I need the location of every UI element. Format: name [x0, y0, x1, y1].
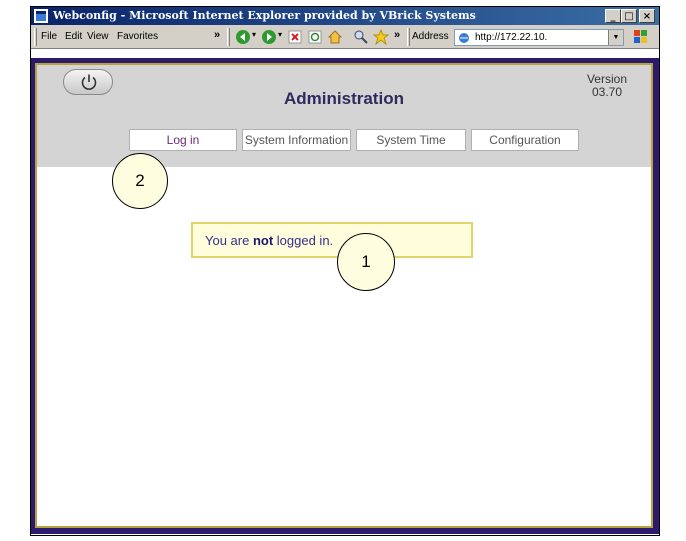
message-prefix: You are [205, 233, 253, 248]
menu-view[interactable]: View [87, 31, 109, 42]
ie-icon [34, 9, 48, 23]
browser-toolbar: File Edit View Favorites » ▾ ▾ » Address… [31, 25, 659, 49]
windows-logo-icon [634, 30, 647, 43]
page-title: Administration [284, 89, 404, 108]
menu-file[interactable]: File [41, 31, 57, 42]
address-field[interactable]: http://172.22.10. ▼ [454, 29, 624, 46]
address-dropdown-icon[interactable]: ▼ [608, 30, 623, 45]
refresh-icon[interactable] [307, 29, 323, 45]
tab-configuration[interactable]: Configuration [471, 129, 579, 151]
version-number: 03.70 [591, 85, 622, 99]
toolbar-grip [407, 28, 410, 46]
page-frame: Administration Version 03.70 Log in Syst… [31, 58, 659, 534]
tab-log-in[interactable]: Log in [129, 129, 237, 151]
admin-header: Administration Version 03.70 Log in Syst… [37, 65, 651, 167]
screenshot-frame: Webconfig - Microsoft Internet Explorer … [0, 0, 686, 541]
toolbar-overflow-chevron[interactable]: » [394, 29, 400, 41]
page-content: Administration Version 03.70 Log in Syst… [35, 63, 653, 528]
tab-system-time[interactable]: System Time [356, 129, 466, 151]
back-dropdown-icon[interactable]: ▾ [252, 30, 256, 39]
favorites-star-icon[interactable] [373, 29, 389, 45]
menu-favorites[interactable]: Favorites [117, 31, 158, 42]
forward-dropdown-icon[interactable]: ▾ [278, 30, 282, 39]
address-label: Address [412, 31, 449, 42]
menu-overflow-chevron[interactable]: » [214, 29, 220, 41]
message-suffix: logged in. [273, 233, 334, 248]
login-status-message: You are not logged in. [191, 222, 473, 258]
forward-icon[interactable] [261, 29, 277, 45]
toolbar-grip [227, 28, 230, 46]
version-info: Version 03.70 [587, 73, 627, 99]
window-titlebar: Webconfig - Microsoft Internet Explorer … [31, 7, 659, 25]
callout-1: 1 [337, 233, 395, 291]
tab-system-information[interactable]: System Information [242, 129, 351, 151]
search-icon[interactable] [353, 29, 369, 45]
home-icon[interactable] [327, 29, 343, 45]
back-icon[interactable] [235, 29, 251, 45]
address-url: http://172.22.10. [475, 32, 548, 43]
maximize-button[interactable]: □ [621, 9, 637, 23]
stop-icon[interactable] [287, 29, 303, 45]
toolbar-grip [34, 28, 37, 46]
message-emphasis: not [252, 233, 274, 248]
menu-edit[interactable]: Edit [65, 31, 82, 42]
page-icon [459, 33, 469, 43]
minimize-button[interactable]: _ [605, 9, 621, 23]
callout-2: 2 [112, 153, 168, 209]
window-title: Webconfig - Microsoft Internet Explorer … [53, 9, 476, 22]
close-button[interactable]: × [639, 9, 655, 23]
